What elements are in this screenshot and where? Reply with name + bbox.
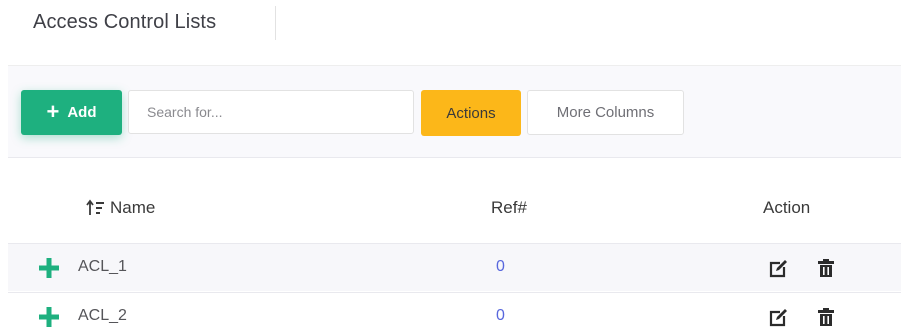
column-header-ref: Ref# [491,198,527,217]
page: Access Control Lists + Add Actions More … [0,0,901,327]
table-row: ACL_1 0 [8,243,901,291]
more-columns-button[interactable]: More Columns [527,90,684,135]
edit-icon[interactable] [768,308,788,327]
row-name: ACL_1 [78,258,127,275]
column-header-name[interactable]: Name [86,198,155,218]
add-button[interactable]: + Add [21,90,122,135]
column-header-name-label: Name [110,198,156,217]
expand-plus-icon[interactable] [38,257,60,279]
trash-icon[interactable] [817,307,835,327]
row-name: ACL_2 [78,307,127,324]
table-row: ACL_2 0 [8,292,901,327]
actions-button[interactable]: Actions [421,90,521,136]
search-input[interactable] [128,90,414,134]
sort-icon [86,199,104,215]
plus-icon: + [46,98,60,124]
page-header: Access Control Lists [0,0,901,64]
trash-icon[interactable] [817,258,835,278]
column-header-action: Action [763,198,811,217]
row-ref-link[interactable]: 0 [496,258,505,276]
page-title: Access Control Lists [33,11,217,33]
toolbar: + Add Actions More Columns [8,65,901,158]
edit-icon[interactable] [768,259,788,279]
title-divider [275,6,276,40]
add-button-label: Add [67,104,97,121]
expand-plus-icon[interactable] [38,306,60,327]
row-ref-link[interactable]: 0 [496,307,505,325]
